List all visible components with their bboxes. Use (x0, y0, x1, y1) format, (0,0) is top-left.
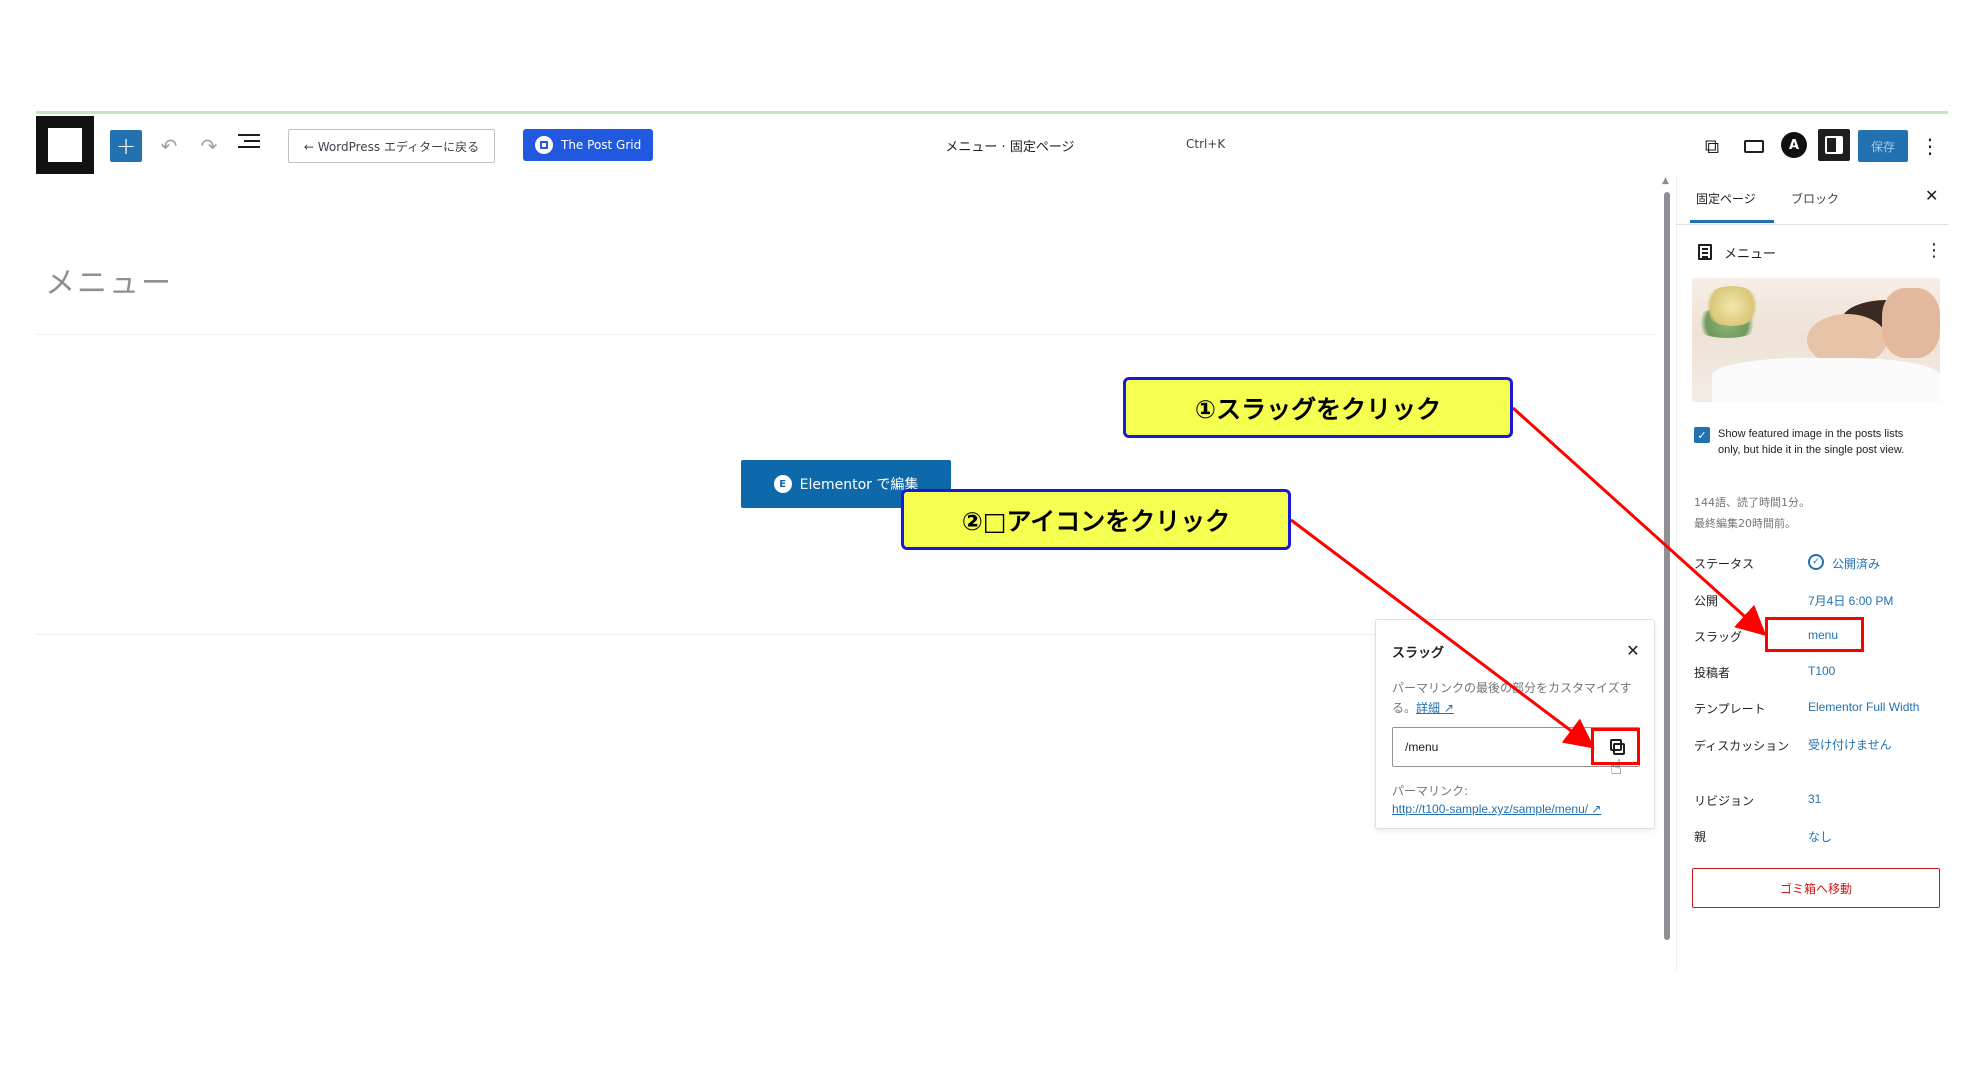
featured-image-checkbox[interactable]: ✓ (1694, 427, 1710, 443)
list-view-icon (238, 134, 260, 136)
published-check-icon: ✓ (1808, 554, 1824, 570)
elementor-button-label: Elementor で編集 (799, 477, 919, 493)
view-page-icon[interactable]: ⧉ (1697, 131, 1727, 161)
save-button[interactable]: 保存 (1858, 130, 1908, 162)
redo-button[interactable]: ↷ (193, 130, 225, 162)
close-icon[interactable]: ✕ (1621, 638, 1645, 662)
parent-value-button[interactable]: なし (1808, 828, 1832, 845)
title-divider (36, 334, 1656, 335)
page-meta: 144語、読了時間1分。 最終編集20時間前。 (1694, 496, 1810, 530)
sidebar-divider (1676, 224, 1948, 225)
tab-block[interactable]: ブロック (1791, 190, 1839, 207)
slug-highlight-box (1765, 617, 1864, 652)
page-title[interactable]: メニュー (45, 258, 173, 302)
add-block-button[interactable]: + (110, 130, 142, 162)
template-value-button[interactable]: Elementor Full Width (1808, 700, 1919, 714)
move-to-trash-button[interactable]: ゴミ箱へ移動 (1692, 868, 1940, 908)
scroll-up-arrow[interactable]: ▲ (1662, 176, 1669, 186)
featured-image-checkbox-label: Show featured image in the posts lists o… (1718, 428, 1905, 456)
parent-label: 親 (1694, 830, 1707, 844)
elementor-icon: E (773, 475, 792, 493)
top-accent-line (36, 111, 1948, 114)
featured-image[interactable] (1692, 278, 1940, 402)
sidebar-icon (1825, 136, 1843, 154)
callout-step-1: ①スラッグをクリック (1123, 377, 1513, 438)
revisions-value-button[interactable]: 31 (1808, 792, 1821, 806)
discussion-label: ディスカッション (1694, 739, 1790, 753)
author-label: 投稿者 (1694, 666, 1731, 680)
desktop-icon (1744, 139, 1764, 153)
site-icon (48, 128, 82, 162)
page-actions-icon[interactable]: ⋮ (1925, 240, 1943, 261)
slug-popover-title: スラッグ (1392, 646, 1445, 661)
template-label: テンプレート (1694, 702, 1766, 716)
site-logo-button[interactable] (36, 116, 94, 174)
preview-device-button[interactable] (1738, 131, 1770, 161)
document-title-bar[interactable]: メニュー · 固定ページ (920, 136, 1100, 155)
astra-settings-button[interactable]: A (1781, 132, 1807, 158)
publish-date-button[interactable]: 7月4日 6:00 PM (1808, 592, 1893, 609)
discussion-value-button[interactable]: 受け付けません (1808, 736, 1892, 753)
slug-label: スラッグ (1694, 630, 1743, 644)
author-value-button[interactable]: T100 (1808, 664, 1835, 678)
revisions-label: リビジョン (1694, 794, 1755, 808)
post-grid-label: The Post Grid (561, 138, 642, 152)
post-grid-button[interactable]: The Post Grid (523, 129, 653, 161)
status-label: ステータス (1694, 557, 1755, 571)
learn-more-link[interactable]: 詳細 ↗ (1416, 701, 1454, 715)
permalink-url-link[interactable]: http://t100-sample.xyz/sample/menu/ ↗ (1392, 802, 1601, 816)
command-palette-shortcut[interactable]: Ctrl+K (1186, 137, 1225, 151)
tab-page[interactable]: 固定ページ (1696, 190, 1756, 207)
settings-sidebar-toggle[interactable] (1818, 129, 1850, 161)
document-overview-button[interactable] (232, 130, 266, 162)
back-to-wordpress-editor-button[interactable]: ← WordPress エディターに戻る (288, 129, 495, 163)
options-menu-button[interactable]: ⋮ (1920, 130, 1940, 162)
status-value-button[interactable]: 公開済み (1832, 555, 1880, 572)
active-tab-indicator (1690, 220, 1774, 223)
post-grid-icon (535, 136, 553, 154)
publish-label: 公開 (1694, 594, 1719, 608)
hand-cursor-icon: ☝ (1610, 755, 1623, 779)
slug-description: パーマリンクの最後の部分をカスタマイズする。詳細 ↗ (1392, 681, 1632, 715)
slug-popover: スラッグ ✕ パーマリンクの最後の部分をカスタマイズする。詳細 ↗ /menu … (1375, 619, 1655, 829)
permalink-label: パーマリンク: (1392, 784, 1469, 798)
close-sidebar-icon[interactable]: ✕ (1925, 186, 1938, 205)
scrollbar-thumb[interactable] (1664, 192, 1670, 940)
undo-button[interactable]: ↶ (153, 130, 185, 162)
callout-step-2: ②□アイコンをクリック (901, 489, 1291, 550)
page-name: メニュー (1724, 247, 1777, 262)
page-icon (1698, 244, 1712, 260)
